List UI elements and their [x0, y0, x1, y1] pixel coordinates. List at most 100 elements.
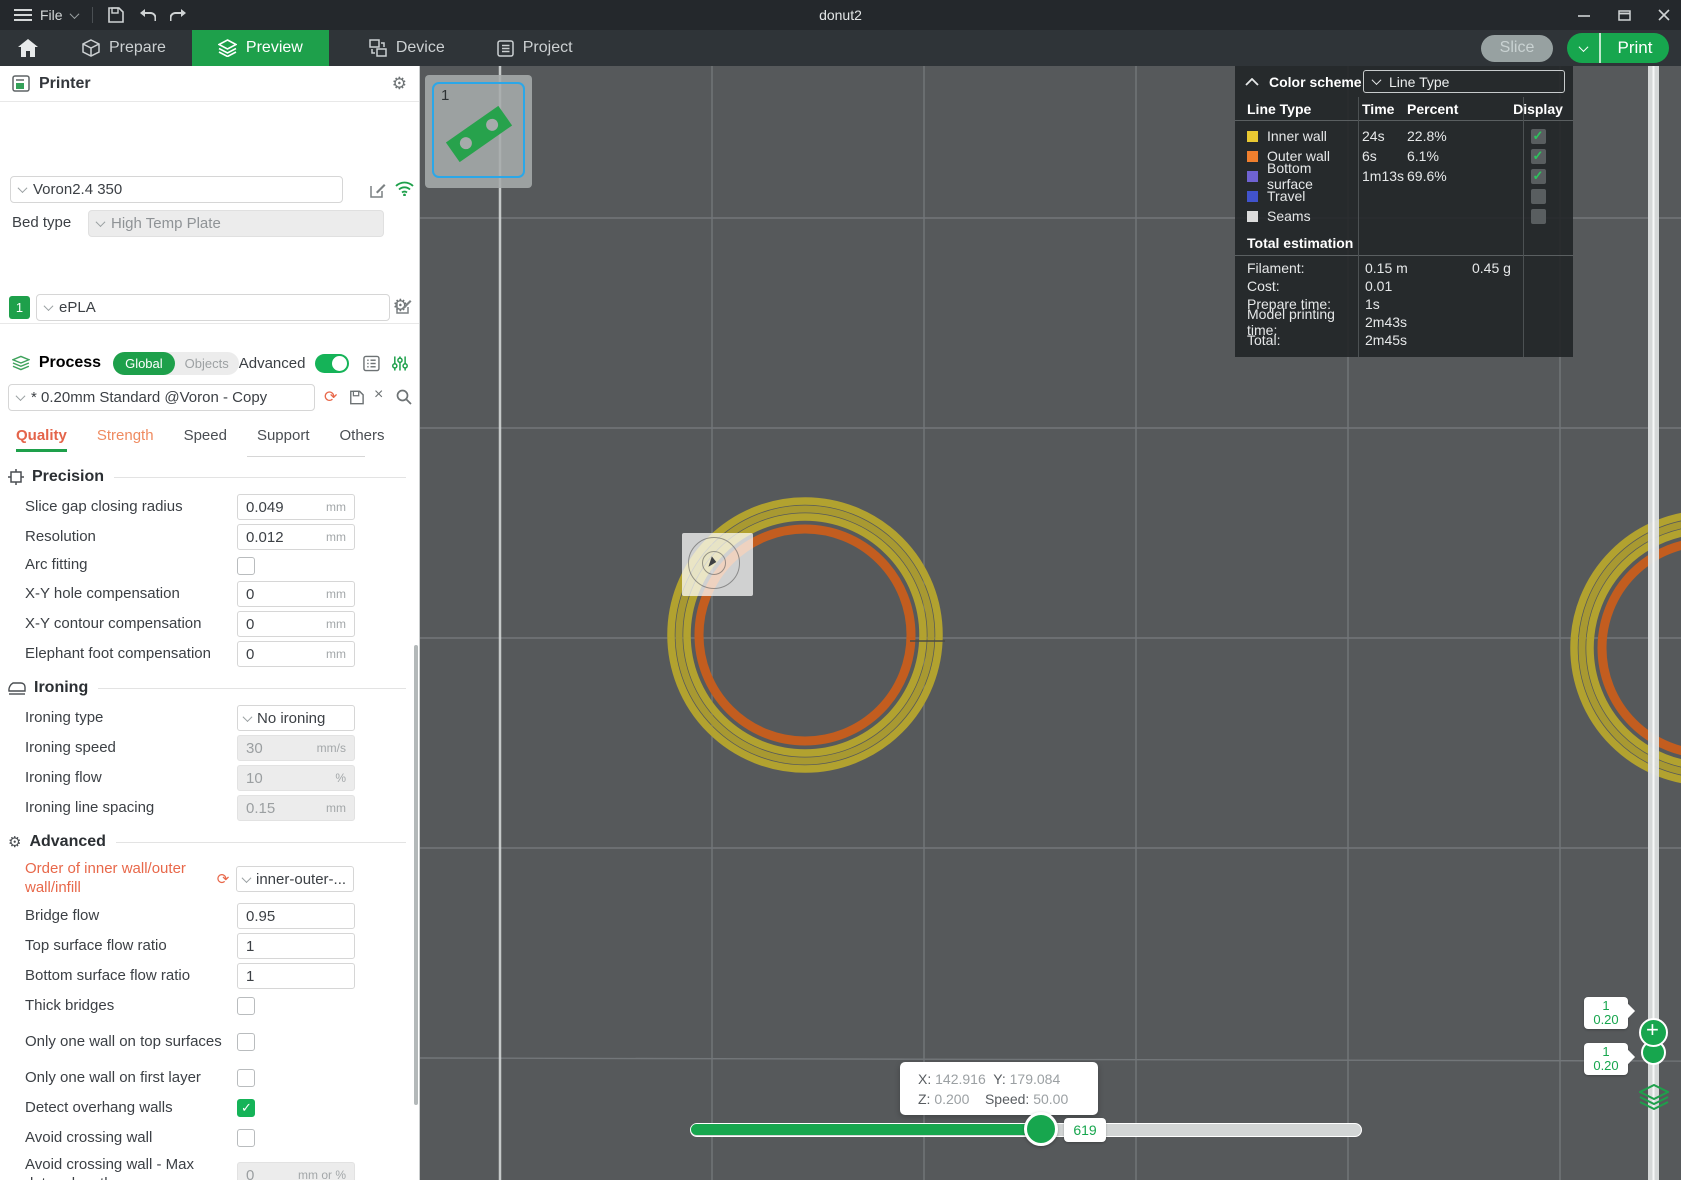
hamburger-icon: [14, 9, 32, 21]
home-button[interactable]: [0, 30, 56, 66]
title-bar: donut2 File: [0, 0, 1681, 30]
process-section-header: Process Global Objects Advanced: [0, 348, 419, 378]
xy-contour-comp-input[interactable]: 0 mm: [237, 611, 355, 637]
advanced-toggle[interactable]: [315, 353, 350, 373]
setting-label: Resolution: [25, 527, 96, 545]
tab-speed[interactable]: Speed: [184, 418, 227, 452]
tab-strength[interactable]: Strength: [97, 418, 154, 452]
print-button[interactable]: Print: [1601, 33, 1669, 63]
ironing-line-spacing-input[interactable]: 0.15 mm: [237, 795, 355, 821]
layers-view-icon[interactable]: [1639, 1084, 1669, 1110]
ironing-speed-input[interactable]: 30 mm/s: [237, 735, 355, 761]
objects-segment[interactable]: Objects: [175, 356, 239, 371]
color-scheme-select[interactable]: Line Type: [1363, 70, 1565, 93]
thick-bridges-checkbox[interactable]: [237, 997, 255, 1015]
display-checkbox[interactable]: [1530, 148, 1546, 164]
collapse-chevron-icon[interactable]: [1245, 77, 1259, 86]
tab-device[interactable]: Device: [343, 30, 471, 66]
save-preset-icon[interactable]: [349, 390, 364, 405]
wifi-icon[interactable]: [395, 180, 414, 196]
tab-support[interactable]: Support: [257, 418, 310, 452]
bottom-flow-ratio-input[interactable]: 1: [237, 963, 355, 989]
section-precision: Precision: [0, 458, 419, 492]
elephant-foot-comp-input[interactable]: 0 mm: [237, 641, 355, 667]
tab-project[interactable]: Project: [471, 30, 599, 66]
parameter-list-icon[interactable]: [363, 355, 380, 372]
process-preset-select[interactable]: * 0.20mm Standard @Voron - Copy: [8, 384, 315, 411]
setting-label: X-Y hole compensation: [25, 584, 180, 602]
printer-section-title: Printer: [39, 74, 91, 92]
plate-object-preview: [445, 105, 513, 163]
scroll-cut-divider: [247, 456, 365, 457]
edit-filament-icon[interactable]: [396, 298, 412, 314]
print-dropdown-button[interactable]: [1567, 33, 1601, 63]
advanced-gear-icon: ⚙: [8, 834, 22, 851]
setting-label: Slice gap closing radius: [25, 497, 183, 515]
setting-label: Detect overhang walls: [25, 1098, 173, 1116]
printer-icon: [12, 75, 30, 92]
one-wall-top-checkbox[interactable]: [237, 1033, 255, 1051]
tab-prepare[interactable]: Prepare: [56, 30, 192, 66]
slice-gap-input[interactable]: 0.049 mm: [237, 494, 355, 520]
seam-widget[interactable]: [682, 533, 753, 596]
tab-preview[interactable]: Preview: [191, 30, 329, 66]
close-button[interactable]: [1657, 8, 1671, 22]
tab-quality[interactable]: Quality: [16, 418, 67, 452]
slice-button[interactable]: Slice: [1481, 34, 1553, 62]
printer-name: Voron2.4 350: [33, 181, 123, 198]
plate-thumbnail[interactable]: 1: [425, 75, 532, 188]
display-checkbox[interactable]: [1530, 208, 1546, 224]
ironing-type-select[interactable]: No ironing: [237, 705, 355, 731]
setting-label: Arc fitting: [25, 556, 88, 574]
reset-preset-icon[interactable]: ⟳: [324, 387, 337, 407]
resolution-input[interactable]: 0.012 mm: [237, 524, 355, 550]
setting-label: Bridge flow: [25, 906, 100, 924]
move-slider-fill: [691, 1124, 1043, 1135]
preview-viewport[interactable]: 1 Color scheme Line Type Line Type Time …: [420, 66, 1681, 1180]
redo-icon[interactable]: [169, 8, 188, 22]
delete-preset-icon[interactable]: ×: [374, 386, 383, 404]
global-segment[interactable]: Global: [113, 351, 175, 375]
max-detour-input[interactable]: 0 mm or %: [237, 1162, 355, 1180]
printer-select[interactable]: Voron2.4 350: [10, 176, 343, 203]
avoid-crossing-wall-checkbox[interactable]: [237, 1129, 255, 1147]
reset-setting-icon[interactable]: ⟳: [215, 870, 231, 888]
tab-others[interactable]: Others: [340, 418, 385, 452]
minimize-button[interactable]: [1577, 8, 1591, 22]
bridge-flow-input[interactable]: 0.95: [237, 903, 355, 929]
ironing-flow-input[interactable]: 10%: [237, 765, 355, 791]
save-icon[interactable]: [107, 7, 124, 23]
xy-hole-comp-input[interactable]: 0 mm: [237, 581, 355, 607]
setting-label: Thick bridges: [25, 996, 115, 1014]
arc-fitting-checkbox[interactable]: [237, 556, 255, 575]
display-checkbox[interactable]: [1530, 128, 1546, 144]
undo-icon[interactable]: [138, 8, 156, 22]
main-menu-button[interactable]: File: [14, 7, 80, 23]
chevron-down-icon: [95, 217, 106, 228]
printer-settings-gear-icon[interactable]: ⚙: [392, 74, 407, 94]
filament-select[interactable]: ePLA: [36, 294, 390, 321]
layer-slider-handle-top[interactable]: [1639, 1017, 1668, 1047]
detect-overhang-checkbox[interactable]: [237, 1099, 255, 1117]
display-checkbox[interactable]: [1530, 168, 1546, 184]
top-flow-ratio-input[interactable]: 1: [237, 933, 355, 959]
maximize-button[interactable]: [1617, 8, 1631, 22]
bed-type-select[interactable]: High Temp Plate: [88, 210, 384, 237]
wall-order-select[interactable]: inner-outer-...: [236, 866, 354, 892]
global-objects-switch[interactable]: Global Objects: [113, 351, 239, 375]
setting-label: Ironing type: [25, 708, 104, 726]
section-title: Ironing: [34, 679, 89, 696]
display-checkbox[interactable]: [1530, 188, 1546, 204]
chevron-down-icon: [69, 8, 80, 19]
section-title: Precision: [32, 468, 105, 485]
search-icon[interactable]: [396, 389, 412, 405]
move-slider-handle[interactable]: [1024, 1112, 1058, 1146]
process-section-title: Process: [38, 354, 102, 371]
tune-icon[interactable]: [392, 355, 409, 372]
setting-label: Avoid crossing wall: [25, 1128, 153, 1146]
one-wall-first-layer-checkbox[interactable]: [237, 1069, 255, 1087]
device-icon: [369, 39, 387, 57]
legend-col-divider: [1523, 97, 1524, 357]
panel-scrollbar[interactable]: [414, 645, 418, 1105]
edit-printer-icon[interactable]: [370, 182, 386, 198]
